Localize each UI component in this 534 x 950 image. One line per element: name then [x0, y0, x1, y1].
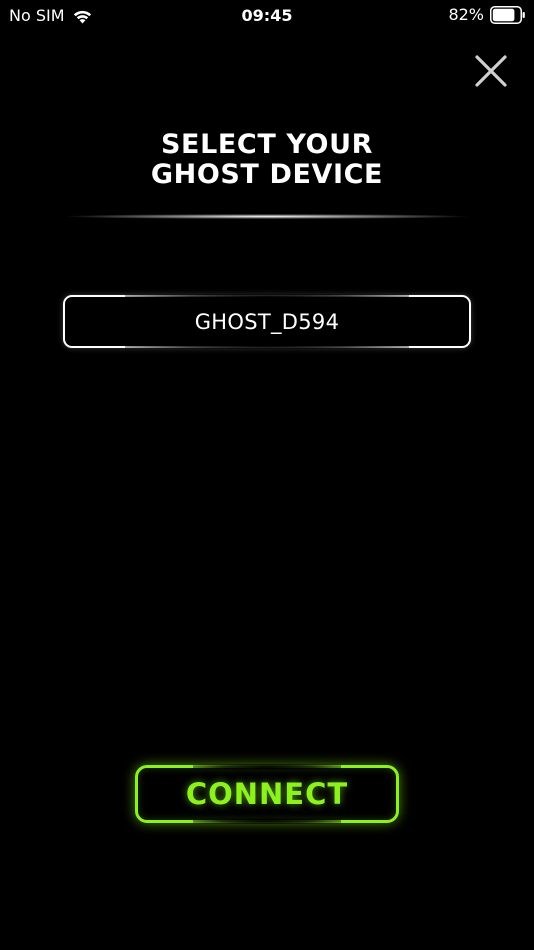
page-title: SELECT YOUR GHOST DEVICE	[0, 130, 534, 190]
connect-label: CONNECT	[185, 777, 349, 811]
page-title-line-2: GHOST DEVICE	[150, 159, 384, 190]
close-button[interactable]	[470, 52, 512, 94]
battery-icon	[490, 5, 526, 24]
connect-button[interactable]: CONNECT	[135, 764, 399, 824]
device-item-ghost[interactable]: GHOST_D594	[63, 294, 471, 349]
battery-group: 82%	[448, 5, 526, 24]
device-label: GHOST_D594	[194, 309, 340, 334]
page-title-line-1: SELECT YOUR	[160, 129, 374, 160]
battery-percentage: 82%	[448, 5, 484, 24]
close-icon	[475, 55, 507, 87]
title-divider	[67, 214, 467, 219]
status-bar: No SIM 09:45 82%	[0, 0, 534, 32]
